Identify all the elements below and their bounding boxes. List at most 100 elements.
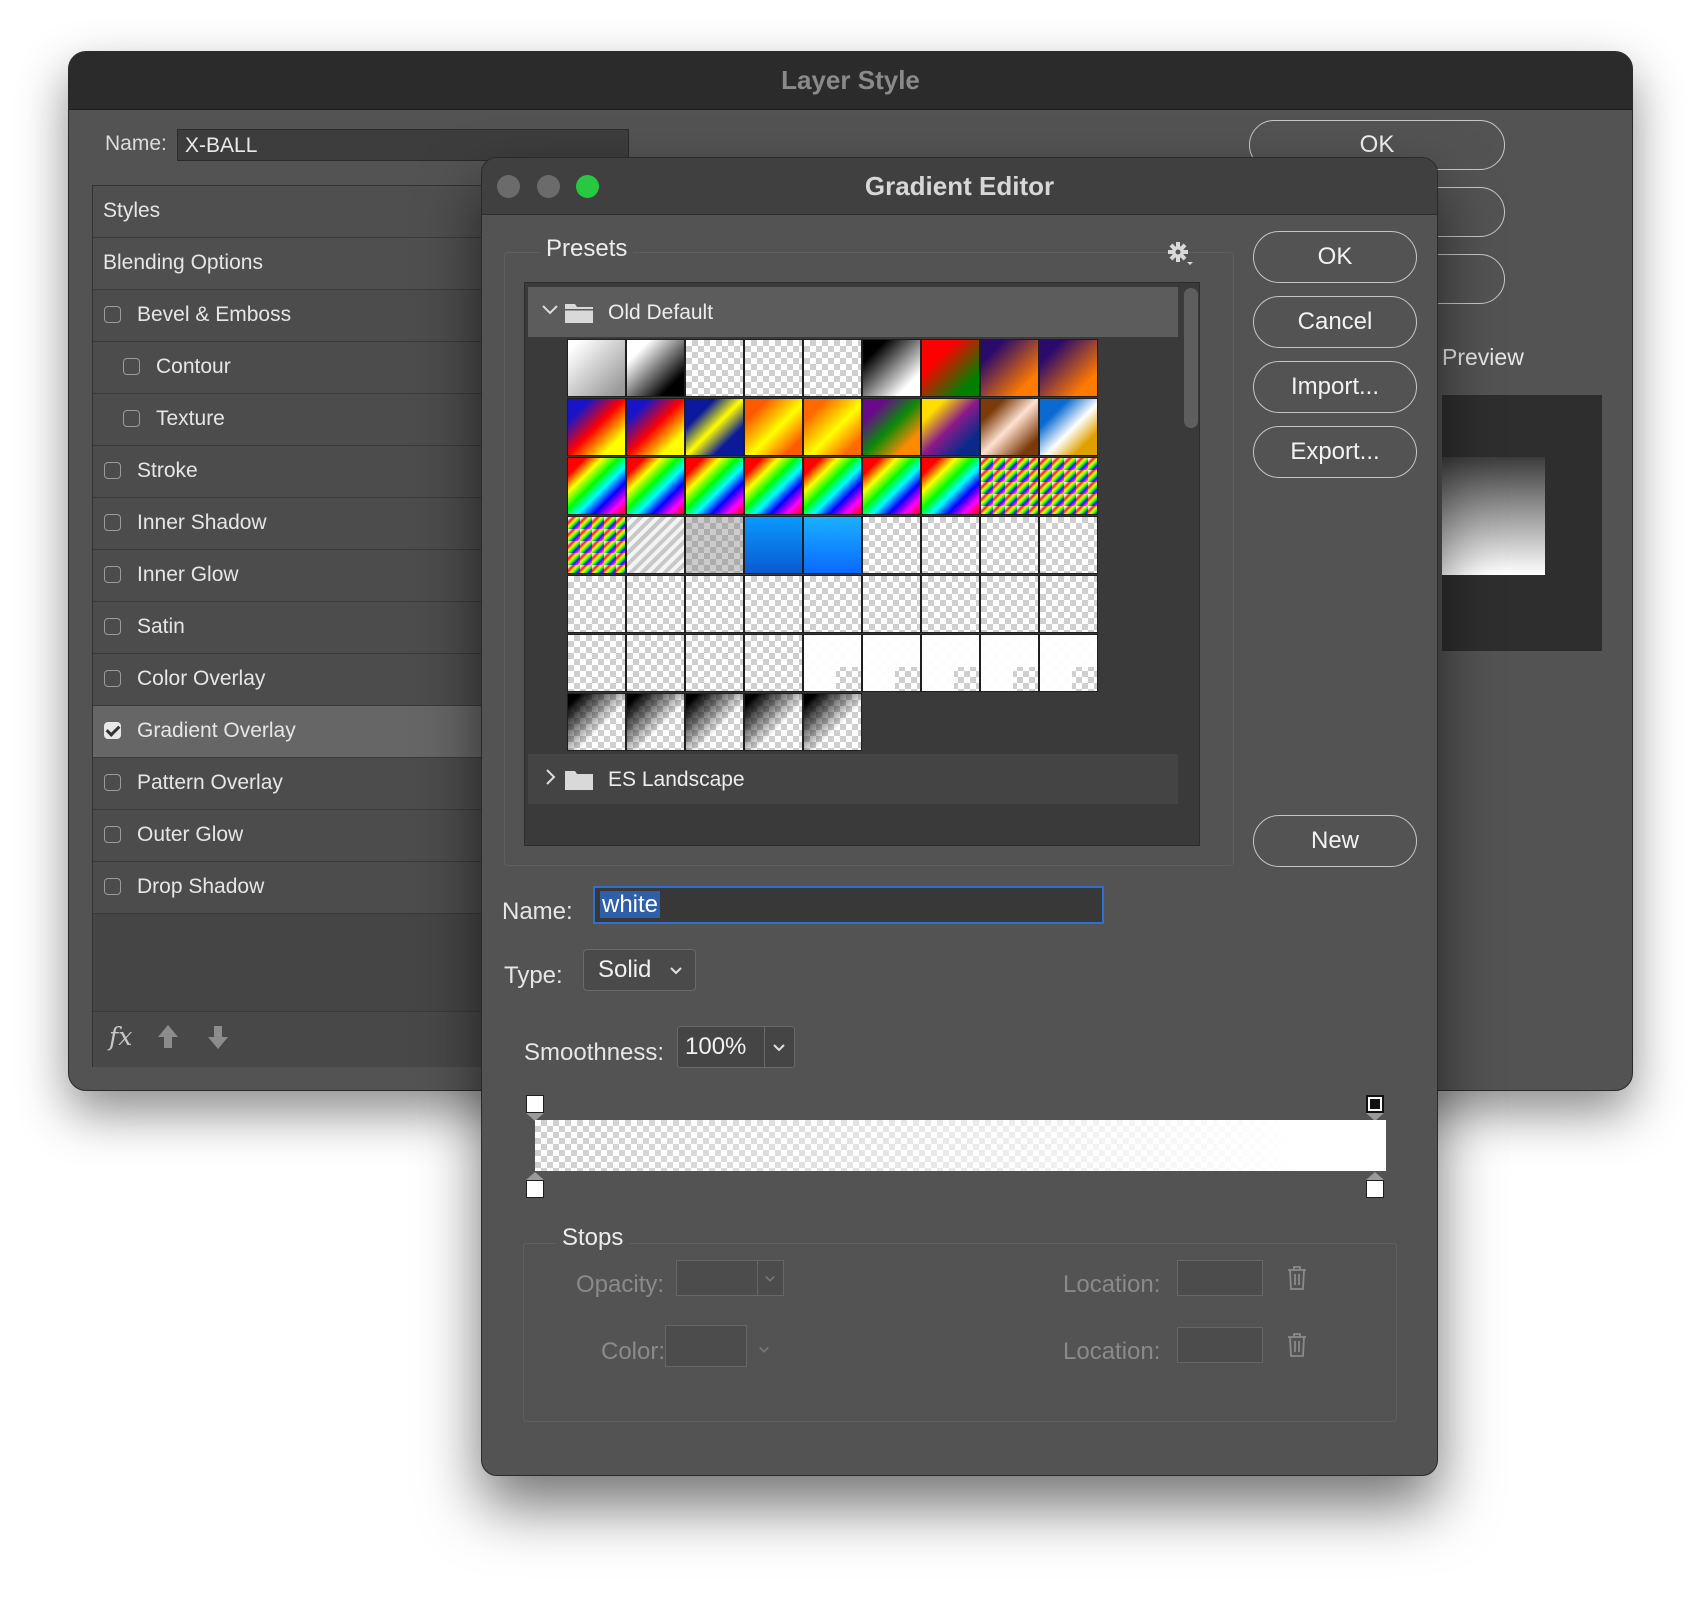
style-row-pattern-overlay[interactable]: Pattern Overlay: [93, 758, 513, 810]
style-checkbox[interactable]: [104, 826, 121, 843]
style-row-outer-glow[interactable]: Outer Glow: [93, 810, 513, 862]
gradient-swatch[interactable]: [744, 339, 803, 397]
gradient-swatch[interactable]: [685, 693, 744, 751]
style-row-drop-shadow[interactable]: Drop Shadow: [93, 862, 514, 914]
gradient-swatch[interactable]: [862, 575, 921, 633]
gradient-swatch[interactable]: [685, 339, 744, 397]
style-checkbox[interactable]: [123, 358, 140, 375]
folder-old-default[interactable]: Old Default: [528, 287, 1178, 337]
color-swatch[interactable]: [665, 1325, 747, 1367]
gradient-swatch[interactable]: [921, 339, 980, 397]
style-checkbox[interactable]: [104, 878, 121, 895]
gradient-swatch[interactable]: [744, 516, 803, 574]
style-row-satin[interactable]: Satin: [93, 602, 513, 654]
opacity-select[interactable]: [676, 1260, 784, 1296]
gradient-swatch[interactable]: [980, 575, 1039, 633]
gradient-swatch[interactable]: [744, 398, 803, 456]
fx-icon[interactable]: fx: [109, 1022, 132, 1051]
style-row-contour[interactable]: Contour: [93, 342, 513, 394]
ok-button[interactable]: OK: [1253, 231, 1417, 283]
opacity-stop-left[interactable]: [526, 1095, 544, 1113]
color-location-field[interactable]: [1177, 1327, 1263, 1363]
gradient-swatch[interactable]: [803, 457, 862, 515]
style-checkbox[interactable]: [104, 514, 121, 531]
gradient-swatch[interactable]: [921, 516, 980, 574]
gradient-swatch[interactable]: [1039, 516, 1098, 574]
gradient-type-select[interactable]: Solid: [583, 949, 696, 991]
color-stop-left[interactable]: [526, 1180, 544, 1198]
gradient-swatch[interactable]: [921, 398, 980, 456]
cancel-button[interactable]: Cancel: [1253, 296, 1417, 348]
gradient-swatch[interactable]: [626, 575, 685, 633]
gear-icon[interactable]: [1166, 240, 1194, 268]
gradient-swatch[interactable]: [567, 575, 626, 633]
gradient-swatch[interactable]: [921, 634, 980, 692]
gradient-swatch[interactable]: [803, 693, 862, 751]
smoothness-select[interactable]: 100%: [677, 1026, 795, 1068]
gradient-swatch[interactable]: [1039, 339, 1098, 397]
gradient-swatch[interactable]: [980, 457, 1039, 515]
opacity-location-field[interactable]: [1177, 1260, 1263, 1296]
gradient-swatch[interactable]: [980, 339, 1039, 397]
color-stop-right[interactable]: [1366, 1180, 1384, 1198]
style-row-blending-options[interactable]: Blending Options: [93, 238, 513, 290]
gradient-swatch[interactable]: [980, 634, 1039, 692]
style-checkbox[interactable]: [104, 774, 121, 791]
gradient-swatch[interactable]: [744, 457, 803, 515]
style-checkbox[interactable]: [104, 722, 121, 739]
style-row-inner-glow[interactable]: Inner Glow: [93, 550, 513, 602]
style-row-inner-shadow[interactable]: Inner Shadow: [93, 498, 514, 550]
gradient-swatch[interactable]: [980, 398, 1039, 456]
move-down-arrow-icon[interactable]: [205, 1022, 231, 1052]
gradient-swatch[interactable]: [626, 398, 685, 456]
gradient-swatch[interactable]: [685, 575, 744, 633]
gradient-swatch[interactable]: [803, 575, 862, 633]
style-row-texture[interactable]: Texture: [93, 394, 513, 446]
gradient-preview-bar[interactable]: [535, 1120, 1386, 1171]
gradient-swatch[interactable]: [862, 398, 921, 456]
style-checkbox[interactable]: [104, 462, 121, 479]
gradient-swatch[interactable]: [685, 457, 744, 515]
gradient-swatch[interactable]: [567, 398, 626, 456]
style-row-bevel-emboss[interactable]: Bevel & Emboss: [93, 290, 513, 342]
gradient-swatch[interactable]: [862, 516, 921, 574]
gradient-swatch[interactable]: [803, 398, 862, 456]
gradient-swatch[interactable]: [803, 339, 862, 397]
gradient-swatch[interactable]: [567, 339, 626, 397]
chevron-down-icon[interactable]: [540, 300, 560, 320]
gradient-name-input[interactable]: white: [593, 886, 1104, 924]
style-row-stroke[interactable]: Stroke: [93, 446, 514, 498]
import-button[interactable]: Import...: [1253, 361, 1417, 413]
gradient-swatch[interactable]: [1039, 634, 1098, 692]
style-row-styles[interactable]: Styles: [93, 186, 513, 238]
gradient-swatch[interactable]: [626, 634, 685, 692]
gradient-swatch[interactable]: [626, 457, 685, 515]
gradient-swatch[interactable]: [685, 398, 744, 456]
gradient-swatch[interactable]: [685, 516, 744, 574]
export-button[interactable]: Export...: [1253, 426, 1417, 478]
style-checkbox[interactable]: [104, 306, 121, 323]
chevron-down-icon[interactable]: [772, 1043, 786, 1053]
gradient-swatch[interactable]: [921, 575, 980, 633]
presets-scrollbar[interactable]: [1184, 288, 1198, 428]
style-checkbox[interactable]: [104, 566, 121, 583]
folder-es-landscape[interactable]: ES Landscape: [528, 754, 1178, 804]
gradient-swatch[interactable]: [567, 634, 626, 692]
gradient-swatch[interactable]: [1039, 575, 1098, 633]
style-checkbox[interactable]: [104, 618, 121, 635]
gradient-swatch[interactable]: [567, 516, 626, 574]
gradient-swatch[interactable]: [862, 339, 921, 397]
style-row-color-overlay[interactable]: Color Overlay: [93, 654, 514, 706]
trash-icon[interactable]: [1286, 1332, 1308, 1358]
gradient-swatch[interactable]: [744, 693, 803, 751]
style-checkbox[interactable]: [123, 410, 140, 427]
gradient-swatch[interactable]: [862, 634, 921, 692]
opacity-stop-right[interactable]: [1366, 1095, 1384, 1113]
gradient-swatch[interactable]: [567, 457, 626, 515]
gradient-swatch[interactable]: [744, 575, 803, 633]
gradient-swatch[interactable]: [626, 339, 685, 397]
style-row-gradient-overlay[interactable]: Gradient Overlay: [93, 706, 514, 758]
gradient-swatch[interactable]: [980, 516, 1039, 574]
gradient-swatch[interactable]: [803, 634, 862, 692]
presets-list[interactable]: Old Default ES Landscape: [524, 282, 1200, 846]
